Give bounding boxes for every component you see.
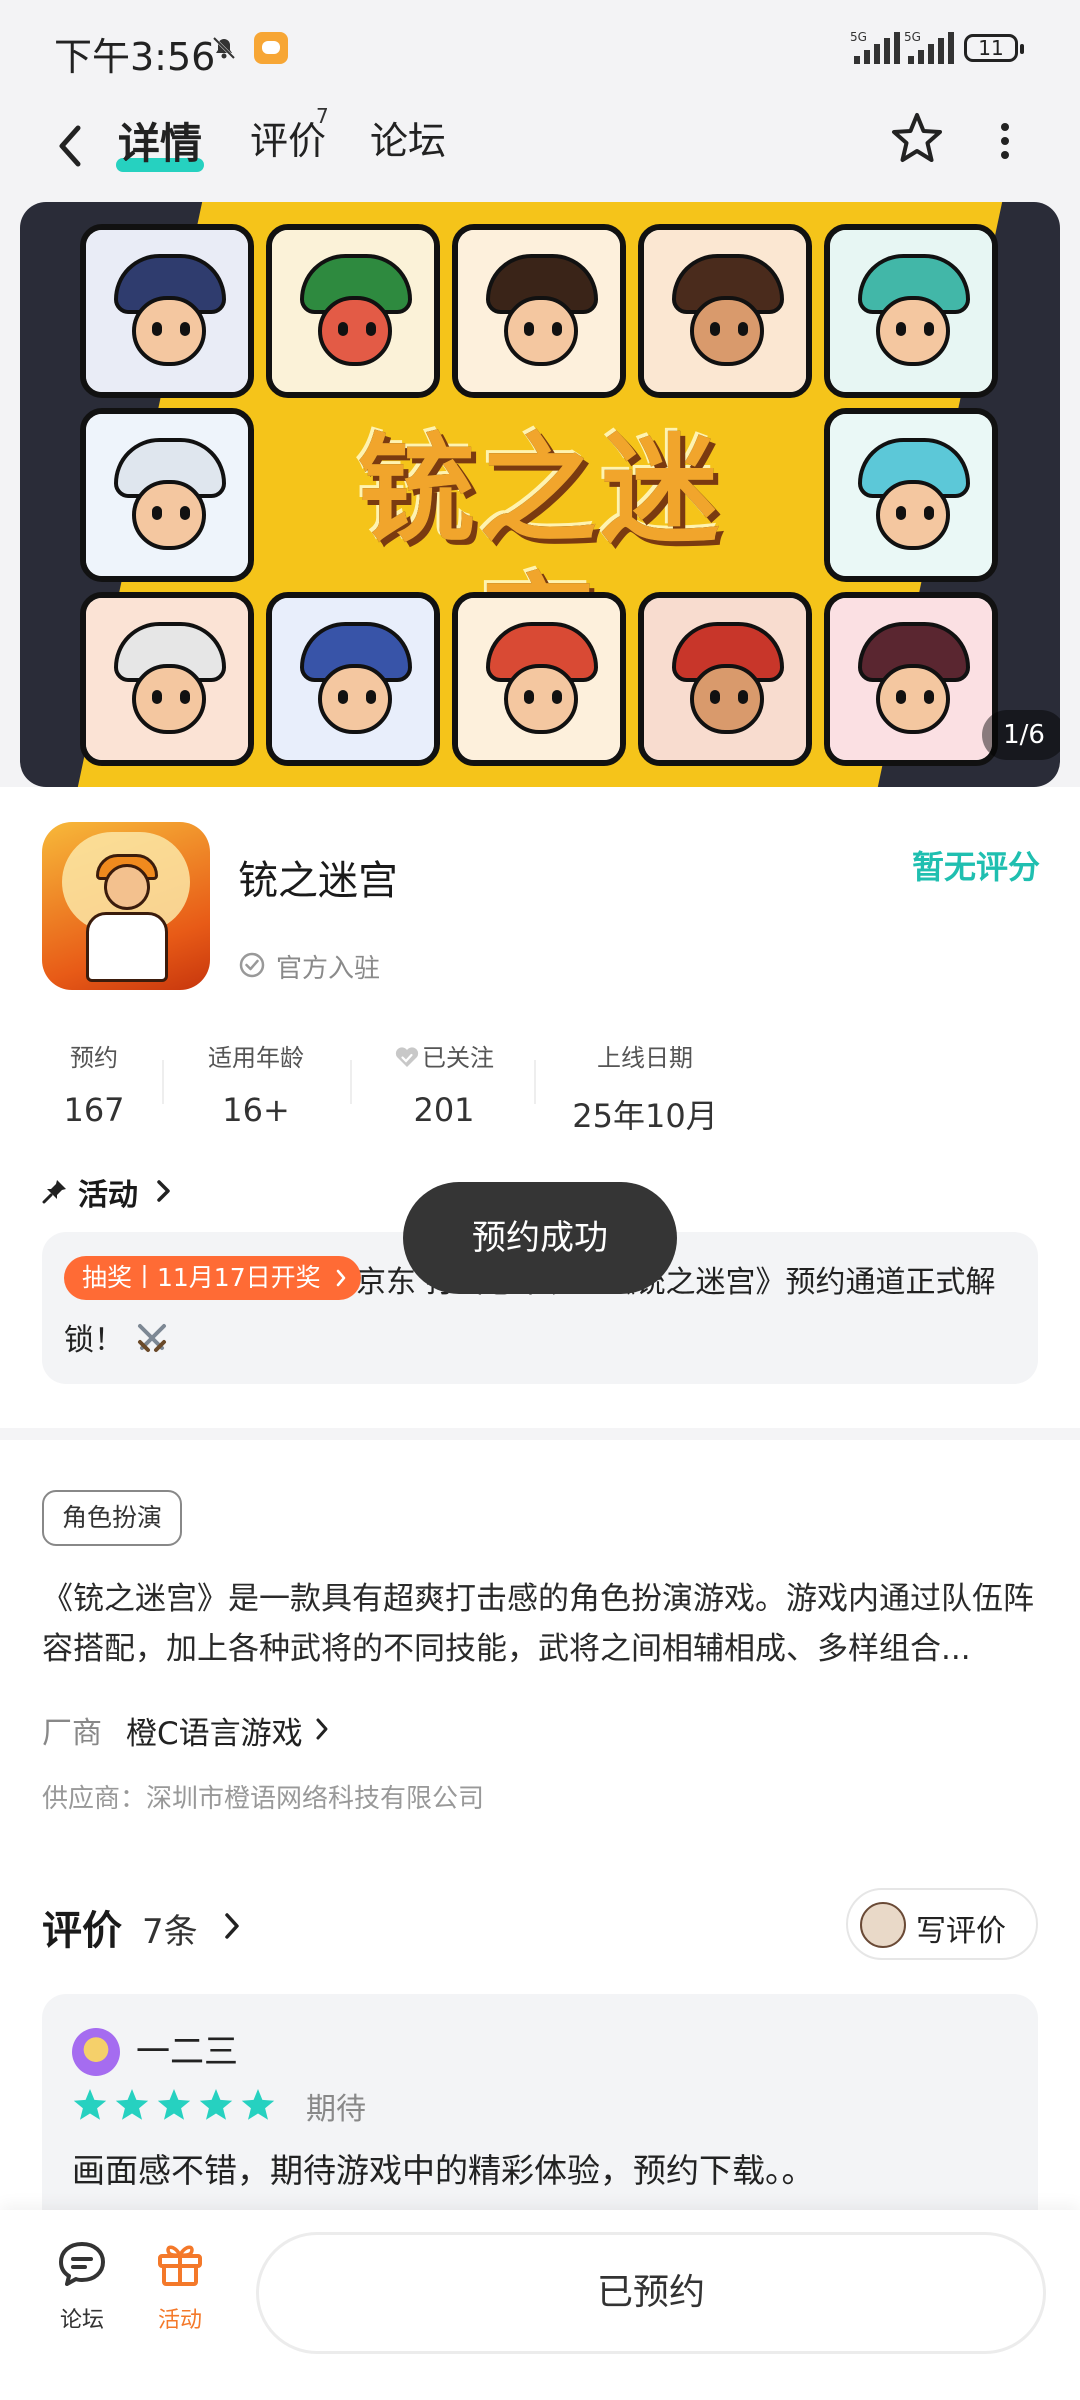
status-bar: 下午3:56 5G 5G 11 bbox=[0, 0, 1080, 90]
stat-value: 16+ bbox=[222, 1091, 290, 1129]
pin-icon bbox=[42, 1180, 66, 1204]
game-description[interactable]: 《铳之迷宫》是一款具有超爽打击感的角色扮演游戏。游戏内通过队伍阵容搭配，加上各种… bbox=[42, 1574, 1038, 1674]
reserved-button[interactable]: 已预约 bbox=[256, 2232, 1046, 2354]
character-tile bbox=[824, 592, 998, 766]
notification-app-icon bbox=[254, 32, 288, 64]
battery-icon: 11 bbox=[964, 34, 1024, 62]
reviews-section-title[interactable]: 评价 bbox=[42, 1898, 122, 1956]
tab-forum[interactable]: 论坛 bbox=[370, 110, 446, 165]
character-tile bbox=[80, 592, 254, 766]
top-navigation: 详情 评价 7 论坛 bbox=[0, 90, 1080, 202]
character-tile bbox=[824, 408, 998, 582]
star-icon bbox=[115, 2089, 149, 2120]
stat-followers[interactable]: 已关注 201 bbox=[384, 1038, 504, 1129]
banner-area: 铳之迷宫 1/6 bbox=[0, 202, 1080, 787]
character-tile bbox=[80, 408, 254, 582]
stat-divider bbox=[534, 1060, 536, 1104]
review-card[interactable]: 一二三 期待 画面感不错，期待游戏中的精彩体验，预约下载。。 bbox=[42, 1994, 1038, 2234]
stat-label: 预约 bbox=[70, 1044, 118, 1072]
signal-icon-1 bbox=[854, 32, 900, 64]
favorite-star-icon[interactable] bbox=[888, 110, 946, 168]
character-tile bbox=[638, 592, 812, 766]
supplier-info: 供应商：深圳市橙语网络科技有限公司 bbox=[42, 1784, 485, 1814]
review-tag: 期待 bbox=[306, 2092, 366, 2127]
reviewer-name[interactable]: 一二三 bbox=[136, 2024, 238, 2073]
activity-title: 活动 bbox=[78, 1178, 138, 1213]
user-avatar bbox=[860, 1902, 906, 1948]
banner-game-title: 铳之迷宫 bbox=[356, 421, 723, 699]
app-name: 铳之迷宫 bbox=[238, 858, 398, 904]
stat-label: 上线日期 bbox=[597, 1044, 693, 1072]
status-time: 下午3:56 bbox=[54, 35, 216, 79]
verified-check-icon bbox=[239, 952, 265, 978]
chevron-right-icon bbox=[316, 1718, 328, 1740]
stat-age-rating: 适用年龄 16+ bbox=[196, 1038, 316, 1129]
bell-muted-icon bbox=[212, 36, 236, 60]
chevron-right-icon bbox=[157, 1180, 170, 1202]
review-text: 画面感不错，期待游戏中的精彩体验，预约下载。。 bbox=[72, 2151, 815, 2190]
stat-label-row: 已关注 bbox=[384, 1038, 504, 1073]
star-icon bbox=[157, 2089, 191, 2120]
star-icon bbox=[241, 2089, 275, 2120]
stat-divider bbox=[162, 1060, 164, 1104]
stat-release-date: 上线日期 25年10月 bbox=[572, 1038, 718, 1137]
signal-icon-2 bbox=[908, 32, 954, 64]
toast-message: 预约成功 bbox=[403, 1182, 677, 1294]
reviews-count[interactable]: 7条 bbox=[142, 1904, 198, 1953]
character-tile bbox=[266, 592, 440, 766]
genre-tag[interactable]: 角色扮演 bbox=[42, 1490, 183, 1546]
back-arrow-icon[interactable] bbox=[50, 118, 90, 174]
vendor-name: 橙C语言游戏 bbox=[126, 1716, 303, 1752]
chevron-right-icon bbox=[336, 1269, 345, 1287]
official-label: 官方入驻 bbox=[276, 954, 381, 984]
nav-forum-label: 论坛 bbox=[59, 2308, 104, 2333]
stat-value: 201 bbox=[413, 1091, 475, 1129]
nav-forum[interactable]: 论坛 bbox=[50, 2238, 114, 2338]
stat-value: 25年10月 bbox=[572, 1097, 718, 1135]
stat-label: 适用年龄 bbox=[208, 1044, 304, 1072]
star-icon bbox=[199, 2089, 233, 2120]
stat-value: 167 bbox=[63, 1091, 125, 1129]
lottery-badge-label: 抽奖丨11月17日开奖 bbox=[82, 1263, 321, 1292]
section-divider bbox=[0, 1428, 1080, 1440]
screenshot-carousel[interactable]: 铳之迷宫 1/6 bbox=[20, 202, 1060, 787]
character-tile bbox=[638, 224, 812, 398]
lottery-badge[interactable]: 抽奖丨11月17日开奖 bbox=[64, 1256, 361, 1300]
more-options-icon[interactable] bbox=[992, 118, 1018, 164]
reviewer-avatar[interactable] bbox=[72, 2028, 120, 2076]
star-icon bbox=[73, 2089, 107, 2120]
character-tile bbox=[452, 592, 626, 766]
vendor-label: 厂商 bbox=[42, 1716, 102, 1751]
stat-divider bbox=[350, 1060, 352, 1104]
tab-reviews[interactable]: 评价 bbox=[250, 110, 326, 165]
write-review-label: 写评价 bbox=[916, 1914, 1006, 1949]
tab-reviews-badge: 7 bbox=[316, 104, 329, 128]
bottom-action-bar: 论坛 活动 已预约 bbox=[0, 2210, 1080, 2400]
stat-label: 已关注 bbox=[422, 1044, 494, 1072]
crossed-swords-icon bbox=[138, 1324, 166, 1352]
rating-status: 暂无评分 bbox=[912, 848, 1041, 886]
stat-reservations: 预约 167 bbox=[62, 1038, 126, 1129]
carousel-page-indicator: 1/6 bbox=[982, 710, 1060, 760]
nav-activity-label: 活动 bbox=[157, 2308, 202, 2333]
gift-icon bbox=[158, 2245, 202, 2286]
character-tile bbox=[824, 224, 998, 398]
write-review-button[interactable]: 写评价 bbox=[846, 1888, 1038, 1960]
app-icon bbox=[42, 822, 210, 990]
character-tile bbox=[80, 224, 254, 398]
tab-detail[interactable]: 详情 bbox=[118, 110, 202, 171]
chevron-right-icon[interactable] bbox=[222, 1910, 242, 1942]
nav-activity[interactable]: 活动 bbox=[148, 2238, 212, 2338]
character-tile bbox=[452, 224, 626, 398]
character-tile bbox=[266, 224, 440, 398]
heart-check-icon bbox=[395, 1047, 419, 1067]
forum-chat-icon bbox=[59, 2242, 105, 2286]
